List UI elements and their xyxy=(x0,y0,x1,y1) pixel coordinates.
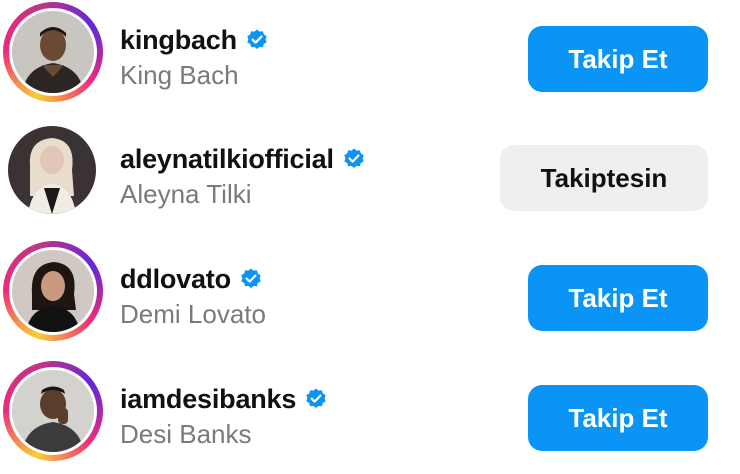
story-ring[interactable] xyxy=(3,241,103,341)
username[interactable]: aleynatilkiofficial xyxy=(120,144,334,175)
username-line: kingbach xyxy=(120,22,269,58)
story-ring[interactable] xyxy=(3,361,103,461)
verified-badge-icon xyxy=(245,28,269,52)
username-line: iamdesibanks xyxy=(120,381,328,417)
follow-button[interactable]: Takip Et xyxy=(528,26,708,92)
username-line: ddlovato xyxy=(120,261,263,297)
account-row-kingbach: kingbach King Bach Takip Et xyxy=(0,0,740,110)
verified-badge-icon xyxy=(239,267,263,291)
avatar[interactable] xyxy=(8,126,96,214)
suggested-accounts-list: kingbach King Bach Takip Et aleynatilkio… xyxy=(0,0,740,474)
full-name: Desi Banks xyxy=(120,419,252,449)
avatar-photo-kingbach xyxy=(12,11,94,93)
avatar[interactable] xyxy=(9,367,97,455)
avatar-photo-iamdesibanks xyxy=(12,370,94,452)
full-name: Demi Lovato xyxy=(120,299,266,329)
avatar[interactable] xyxy=(9,8,97,96)
username[interactable]: kingbach xyxy=(120,25,237,56)
account-row-aleynatilkiofficial: aleynatilkiofficial Aleyna Tilki Takipte… xyxy=(0,119,740,229)
following-button[interactable]: Takiptesin xyxy=(500,145,708,211)
avatar[interactable] xyxy=(9,247,97,335)
follow-button[interactable]: Takip Et xyxy=(528,385,708,451)
story-ring[interactable] xyxy=(3,2,103,102)
avatar-photo-aleynatilkiofficial xyxy=(8,126,96,214)
account-row-ddlovato: ddlovato Demi Lovato Takip Et xyxy=(0,239,740,349)
follow-button[interactable]: Takip Et xyxy=(528,265,708,331)
avatar-photo-ddlovato xyxy=(12,250,94,332)
account-row-iamdesibanks: iamdesibanks Desi Banks Takip Et xyxy=(0,359,740,469)
verified-badge-icon xyxy=(342,147,366,171)
avatar-container[interactable] xyxy=(3,121,103,221)
full-name: Aleyna Tilki xyxy=(120,179,252,209)
username-line: aleynatilkiofficial xyxy=(120,141,366,177)
username[interactable]: ddlovato xyxy=(120,264,231,295)
full-name: King Bach xyxy=(120,60,239,90)
username[interactable]: iamdesibanks xyxy=(120,384,296,415)
verified-badge-icon xyxy=(304,387,328,411)
